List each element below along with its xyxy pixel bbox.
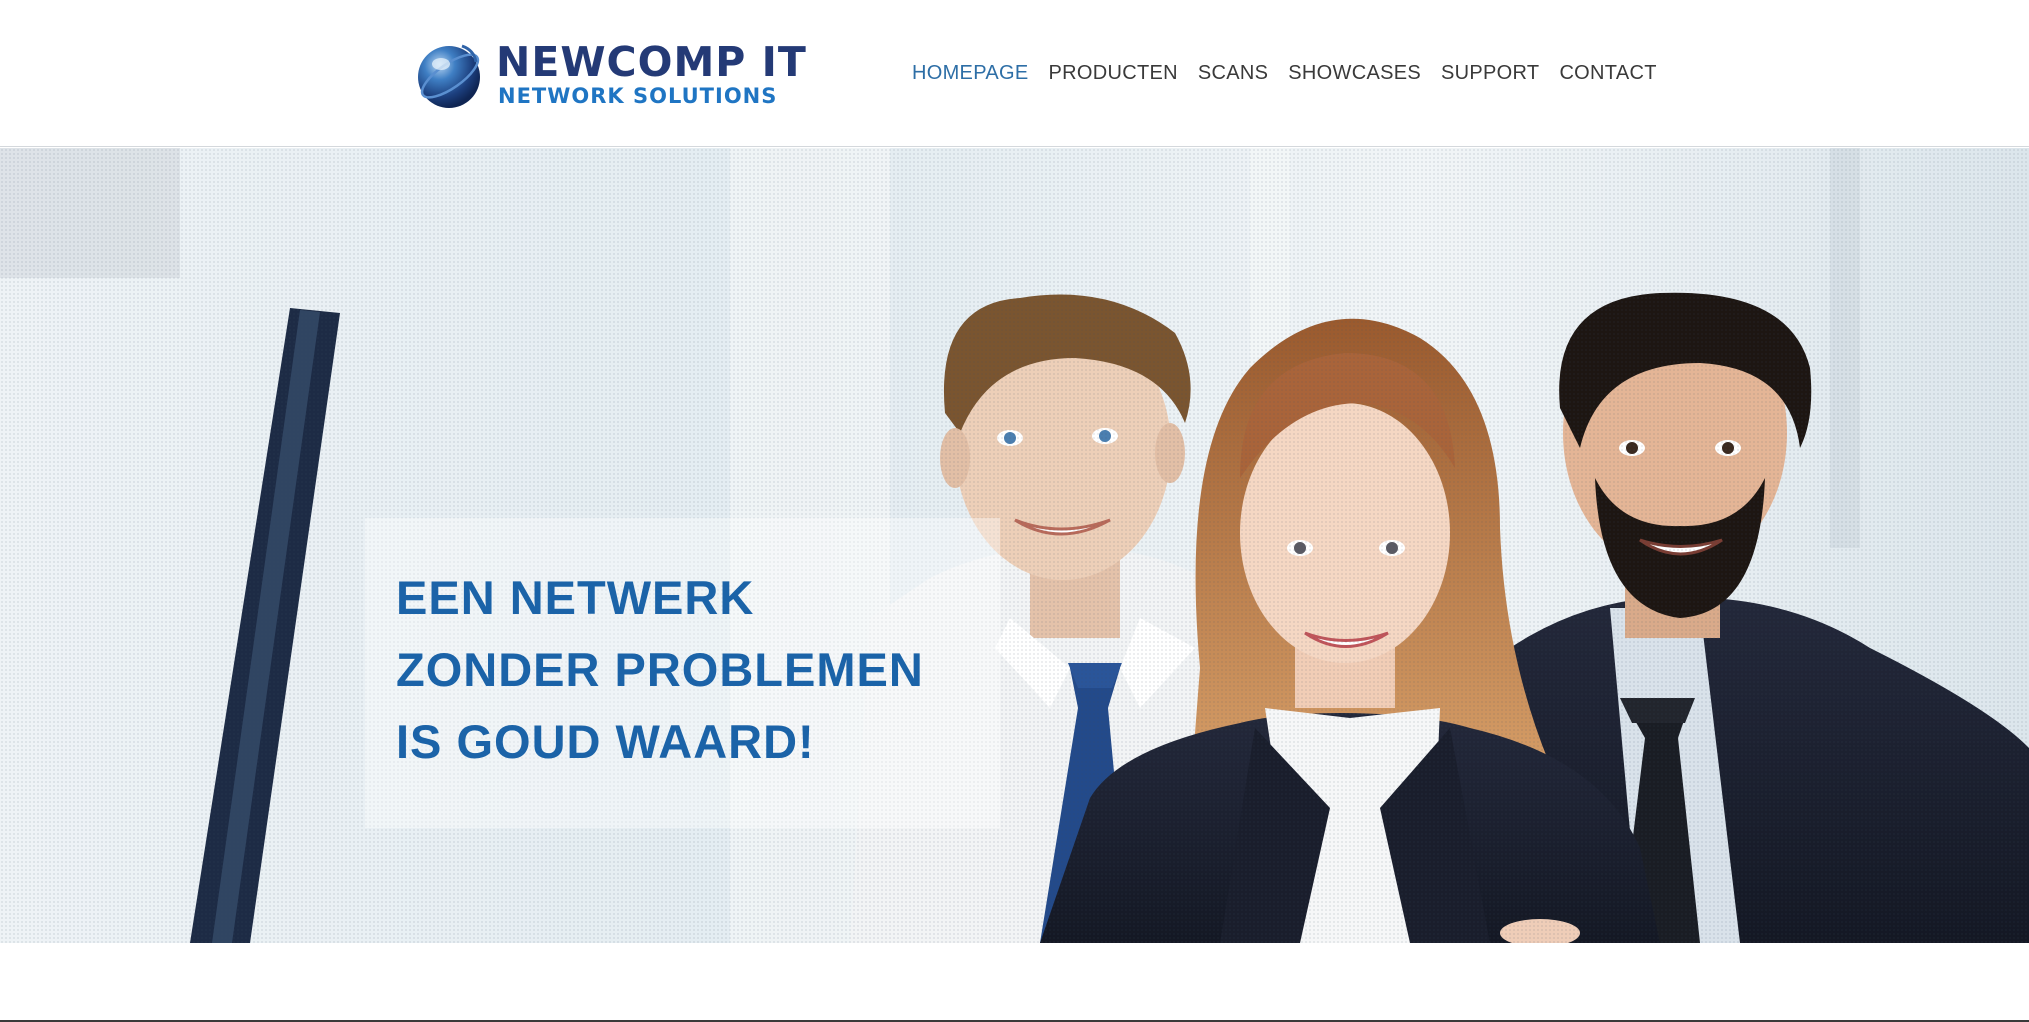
nav-item-support[interactable]: SUPPORT [1441,59,1539,87]
hero-headline-box: EEN NETWERK ZONDER PROBLEMEN IS GOUD WAA… [365,518,1000,828]
globe-icon [418,44,480,108]
nav-item-contact[interactable]: CONTACT [1559,59,1656,87]
hero-headline-line-1: EEN NETWERK [396,571,755,624]
nav-item-homepage[interactable]: HOMEPAGE [912,59,1029,87]
logo-name: NEWCOMP IT [496,38,807,86]
hero-photo [0,148,2029,943]
nav-item-producten[interactable]: PRODUCTEN [1049,59,1178,87]
site-header: NEWCOMP IT NETWORK SOLUTIONS HOMEPAGE PR… [0,0,2029,147]
main-nav: HOMEPAGE PRODUCTEN SCANS SHOWCASES SUPPO… [912,59,1657,87]
content-area-start [0,943,2029,1022]
hero-banner: EEN NETWERK ZONDER PROBLEMEN IS GOUD WAA… [0,148,2029,943]
logo[interactable]: NEWCOMP IT NETWORK SOLUTIONS [414,38,806,110]
nav-item-scans[interactable]: SCANS [1198,59,1268,87]
hero-headline-line-2: ZONDER PROBLEMEN [396,643,924,696]
hero-headline-line-3: IS GOUD WAARD! [396,715,815,768]
nav-item-showcases[interactable]: SHOWCASES [1288,59,1421,87]
logo-tagline: NETWORK SOLUTIONS [498,84,778,108]
